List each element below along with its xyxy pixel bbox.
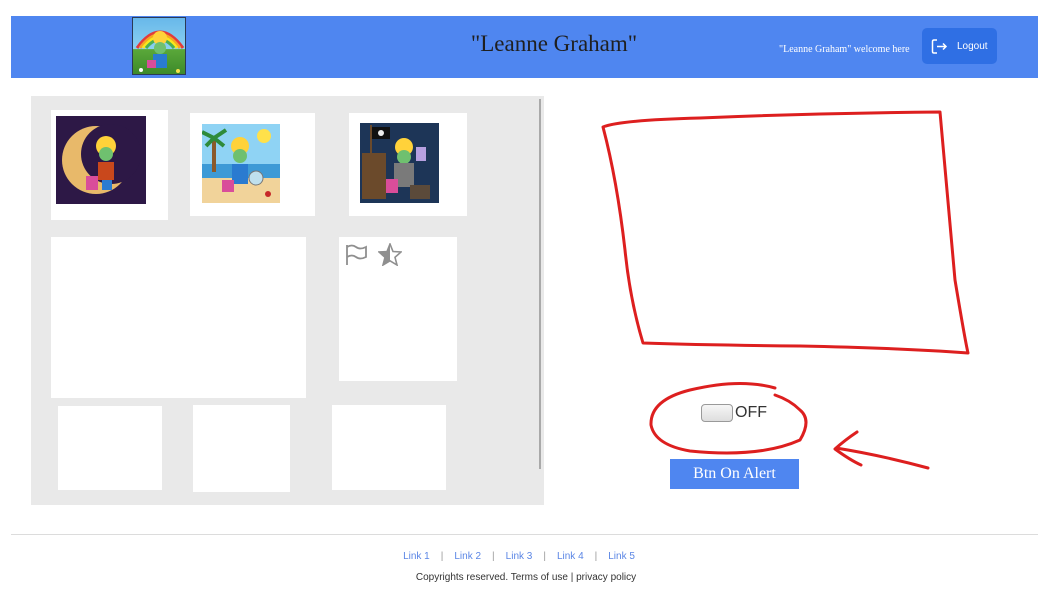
footer-separator: |: [492, 551, 495, 562]
pirate-image: [360, 123, 439, 203]
app-logo[interactable]: [132, 17, 186, 75]
toggle-label: OFF: [735, 404, 767, 421]
thumbnail-moon[interactable]: [56, 116, 146, 204]
footer-divider: [11, 534, 1038, 535]
moon-image: [56, 116, 146, 204]
logout-label: Logout: [957, 40, 988, 52]
content-card-actions: [339, 237, 457, 381]
thumbnail-beach[interactable]: [202, 124, 280, 203]
toggle-switch[interactable]: OFF: [701, 404, 767, 422]
annotation-rectangle: [601, 110, 970, 355]
footer-separator: |: [440, 551, 444, 562]
footer-link-3[interactable]: Link 3: [506, 551, 533, 562]
welcome-text: "Leanne Graham" welcome here: [779, 44, 910, 55]
panel-scrollbar[interactable]: [539, 99, 541, 469]
image-card-beach[interactable]: [190, 113, 315, 216]
logout-icon: [931, 38, 948, 54]
gallery-panel: [31, 96, 544, 505]
page-title: "Leanne Graham": [470, 31, 638, 56]
image-card-pirate[interactable]: [349, 113, 467, 216]
alert-button[interactable]: Btn On Alert: [670, 459, 799, 489]
footer-link-4[interactable]: Link 4: [557, 551, 584, 562]
footer-links: Link 1 | Link 2 | Link 3 | Link 4 | Link 5: [0, 551, 1038, 562]
footer-separator: |: [594, 551, 598, 562]
beach-image: [202, 124, 280, 203]
content-card-small-3: [332, 405, 446, 490]
toggle-control[interactable]: [701, 404, 733, 422]
thumbnail-pirate[interactable]: [360, 123, 439, 203]
copyright-text: Copyrights reserved. Terms of use | priv…: [415, 572, 637, 583]
footer-link-5[interactable]: Link 5: [608, 551, 635, 562]
content-card-small-2: [193, 405, 290, 492]
flag-icon[interactable]: [345, 244, 369, 266]
image-card-moon[interactable]: [51, 110, 168, 220]
logout-button[interactable]: Logout: [922, 28, 997, 64]
footer-link-2[interactable]: Link 2: [454, 551, 481, 562]
footer-link-1[interactable]: Link 1: [403, 551, 430, 562]
content-card-large: [51, 237, 306, 398]
footer-separator: |: [543, 551, 546, 562]
content-card-small-1: [58, 406, 162, 490]
logo-image: [135, 30, 185, 73]
header-bar: "Leanne Graham" "Leanne Graham" welcome …: [11, 16, 1038, 78]
star-icon[interactable]: [378, 243, 402, 266]
annotation-arrow: [833, 430, 930, 470]
